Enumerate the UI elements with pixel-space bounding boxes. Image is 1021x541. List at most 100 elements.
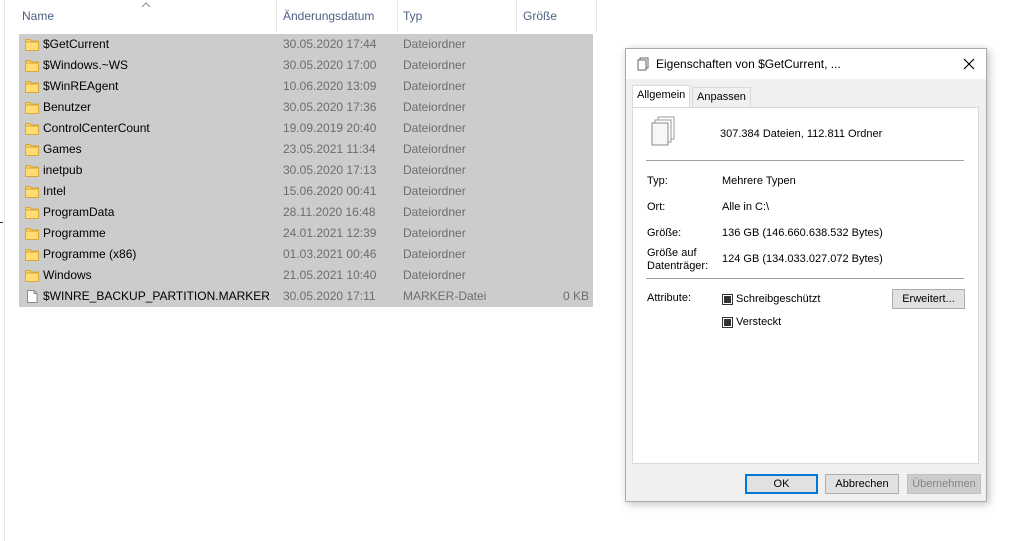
disk-size-label-line2: Datenträger: (647, 260, 709, 272)
close-icon[interactable] (958, 53, 980, 75)
file-type: Dateiordner (403, 121, 466, 135)
table-row[interactable]: Intel 15.06.2020 00:41 Dateiordner (19, 181, 593, 202)
column-header-date-label: Änderungsdatum (283, 9, 375, 23)
tab-general[interactable]: Allgemein (632, 85, 691, 107)
file-date: 30.05.2020 17:00 (283, 58, 377, 72)
selection-summary: 307.384 Dateien, 112.811 Ordner (720, 128, 883, 140)
file-explorer: Name Änderungsdatum Typ Größe $GetCurren… (0, 0, 600, 541)
general-panel: 307.384 Dateien, 112.811 Ordner Typ: Meh… (632, 107, 979, 464)
folder-icon (25, 102, 39, 114)
cancel-button[interactable]: Abbrechen (825, 474, 899, 494)
file-name: ControlCenterCount (43, 121, 150, 135)
advanced-button[interactable]: Erweitert... (892, 289, 965, 309)
file-list: $GetCurrent 30.05.2020 17:44 Dateiordner $W… (19, 34, 593, 307)
column-header-type[interactable]: Typ (399, 0, 517, 32)
table-row[interactable]: Benutzer 30.05.2020 17:36 Dateiordner (19, 97, 593, 118)
folder-icon (25, 270, 39, 282)
file-type: Dateiordner (403, 268, 466, 282)
disk-size-label-line1: Größe auf (647, 247, 697, 259)
table-row[interactable]: ControlCenterCount 19.09.2019 20:40 Dateio… (19, 118, 593, 139)
type-label: Typ: (647, 175, 668, 187)
file-date: 28.11.2020 16:48 (283, 205, 376, 219)
attributes-label: Attribute: (647, 292, 692, 304)
folder-icon (25, 123, 39, 135)
file-type: Dateiordner (403, 184, 466, 198)
ok-button[interactable]: OK (745, 474, 818, 494)
readonly-label[interactable]: Schreibgeschützt (736, 293, 820, 305)
file-name: Programme (x86) (43, 247, 137, 261)
column-header-size-label: Größe (523, 9, 558, 23)
separator (646, 278, 964, 279)
apply-button[interactable]: Übernehmen (907, 474, 981, 494)
disk-size-value: 124 GB (134.033.027.072 Bytes) (722, 253, 883, 265)
folder-icon (25, 81, 39, 93)
hidden-checkbox[interactable] (722, 317, 733, 328)
tab-customize[interactable]: Anpassen (692, 87, 751, 107)
file-name: $Windows.~WS (43, 58, 129, 72)
file-date: 10.06.2020 13:09 (283, 79, 377, 93)
file-date: 30.05.2020 17:13 (283, 163, 377, 177)
file-name: Intel (43, 184, 66, 198)
folder-icon (25, 60, 39, 72)
file-type: Dateiordner (403, 205, 466, 219)
file-icon (27, 290, 38, 303)
location-label: Ort: (647, 201, 666, 213)
file-date: 30.05.2020 17:36 (283, 100, 377, 114)
file-date: 24.01.2021 12:39 (283, 226, 377, 240)
file-type: Dateiordner (403, 37, 466, 51)
properties-icon (637, 57, 649, 71)
file-type: Dateiordner (403, 142, 466, 156)
file-type: Dateiordner (403, 247, 466, 261)
folder-icon (25, 186, 39, 198)
file-date: 21.05.2021 10:40 (283, 268, 377, 282)
column-header-type-label: Typ (403, 9, 423, 23)
table-row[interactable]: $WINRE_BACKUP_PARTITION.MARKER 30.05.2020… (19, 286, 593, 307)
table-row[interactable]: $Windows.~WS 30.05.2020 17:00 Dateiordner (19, 55, 593, 76)
file-type: Dateiordner (403, 100, 466, 114)
file-type: Dateiordner (403, 79, 466, 93)
pane-divider (4, 0, 5, 541)
readonly-checkbox[interactable] (722, 294, 733, 305)
file-date: 19.09.2019 20:40 (283, 121, 377, 135)
folder-icon (25, 39, 39, 51)
file-name: inetpub (43, 163, 83, 177)
file-size: 0 KB (562, 289, 589, 303)
column-header-date[interactable]: Änderungsdatum (279, 0, 398, 32)
table-row[interactable]: Programme (x86) 01.03.2021 00:46 Dateiordn… (19, 244, 593, 265)
size-value: 136 GB (146.660.638.532 Bytes) (722, 227, 883, 239)
folder-icon (25, 207, 39, 219)
file-type: MARKER-Datei (403, 289, 487, 303)
multiple-files-icon (651, 116, 675, 146)
file-type: Dateiordner (403, 226, 466, 240)
hidden-label[interactable]: Versteckt (736, 316, 781, 328)
table-row[interactable]: $GetCurrent 30.05.2020 17:44 Dateiordner (19, 34, 593, 55)
file-type: Dateiordner (403, 163, 466, 177)
size-label: Größe: (647, 227, 682, 239)
type-value: Mehrere Typen (722, 175, 796, 187)
folder-icon (25, 165, 39, 177)
file-name: $GetCurrent (43, 37, 110, 51)
column-header-size[interactable]: Größe (519, 0, 597, 32)
checkbox-indeterminate-fill (724, 319, 731, 326)
file-name: Programme (43, 226, 106, 240)
table-row[interactable]: Programme 24.01.2021 12:39 Dateiordner (19, 223, 593, 244)
location-value: Alle in C:\ (722, 201, 770, 213)
table-row[interactable]: ProgramData 28.11.2020 16:48 Dateiordner (19, 202, 593, 223)
file-name: Benutzer (43, 100, 92, 114)
table-row[interactable]: Games 23.05.2021 11:34 Dateiordner (19, 139, 593, 160)
folder-icon (25, 144, 39, 156)
table-row[interactable]: inetpub 30.05.2020 17:13 Dateiordner (19, 160, 593, 181)
separator (646, 160, 964, 161)
folder-icon (25, 249, 39, 261)
dialog-title: Eigenschaften von $GetCurrent, ... (656, 57, 841, 71)
file-name: $WINRE_BACKUP_PARTITION.MARKER (43, 289, 270, 303)
sort-ascending-icon (141, 2, 151, 8)
file-date: 30.05.2020 17:44 (283, 37, 377, 51)
dialog-titlebar[interactable]: Eigenschaften von $GetCurrent, ... (626, 49, 986, 79)
file-name: Games (43, 142, 82, 156)
file-type: Dateiordner (403, 58, 466, 72)
properties-dialog: Eigenschaften von $GetCurrent, ... Allge… (625, 48, 987, 502)
file-date: 01.03.2021 00:46 (283, 247, 377, 261)
table-row[interactable]: Windows 21.05.2021 10:40 Dateiordner (19, 265, 593, 286)
table-row[interactable]: $WinREAgent 10.06.2020 13:09 Dateiordner (19, 76, 593, 97)
